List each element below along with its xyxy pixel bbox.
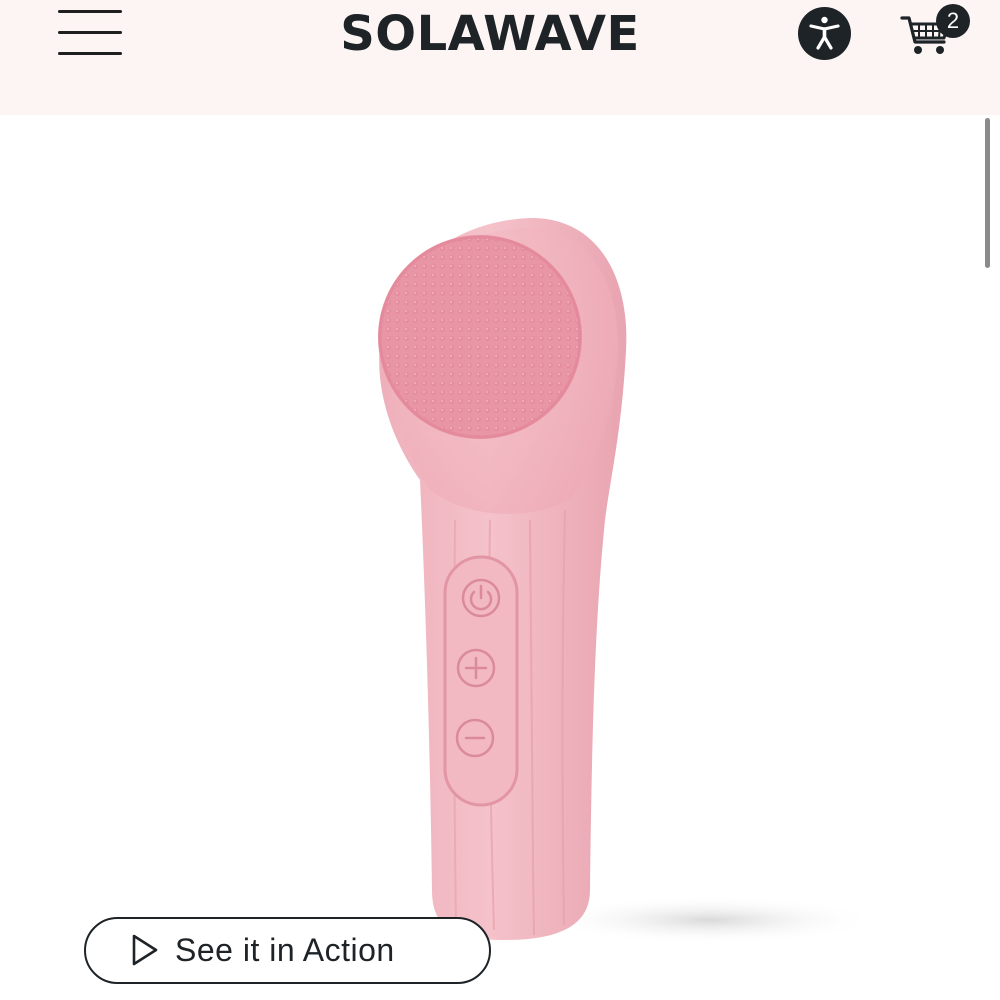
- product-image: [330, 190, 890, 970]
- menu-line: [58, 31, 122, 34]
- hamburger-menu-icon[interactable]: [58, 10, 122, 56]
- cart-count-badge: 2: [936, 4, 970, 38]
- site-header: SOLAWAVE 2: [0, 0, 1000, 115]
- see-it-in-action-button[interactable]: See it in Action: [84, 917, 491, 984]
- video-button-label: See it in Action: [175, 932, 395, 968]
- menu-line: [58, 52, 122, 55]
- menu-line: [58, 10, 122, 13]
- accessibility-icon[interactable]: [798, 7, 851, 60]
- shopping-cart-button[interactable]: 2: [900, 4, 970, 58]
- scrollbar[interactable]: [985, 118, 990, 268]
- brand-logo[interactable]: SOLAWAVE: [300, 4, 680, 64]
- play-icon: [132, 934, 158, 966]
